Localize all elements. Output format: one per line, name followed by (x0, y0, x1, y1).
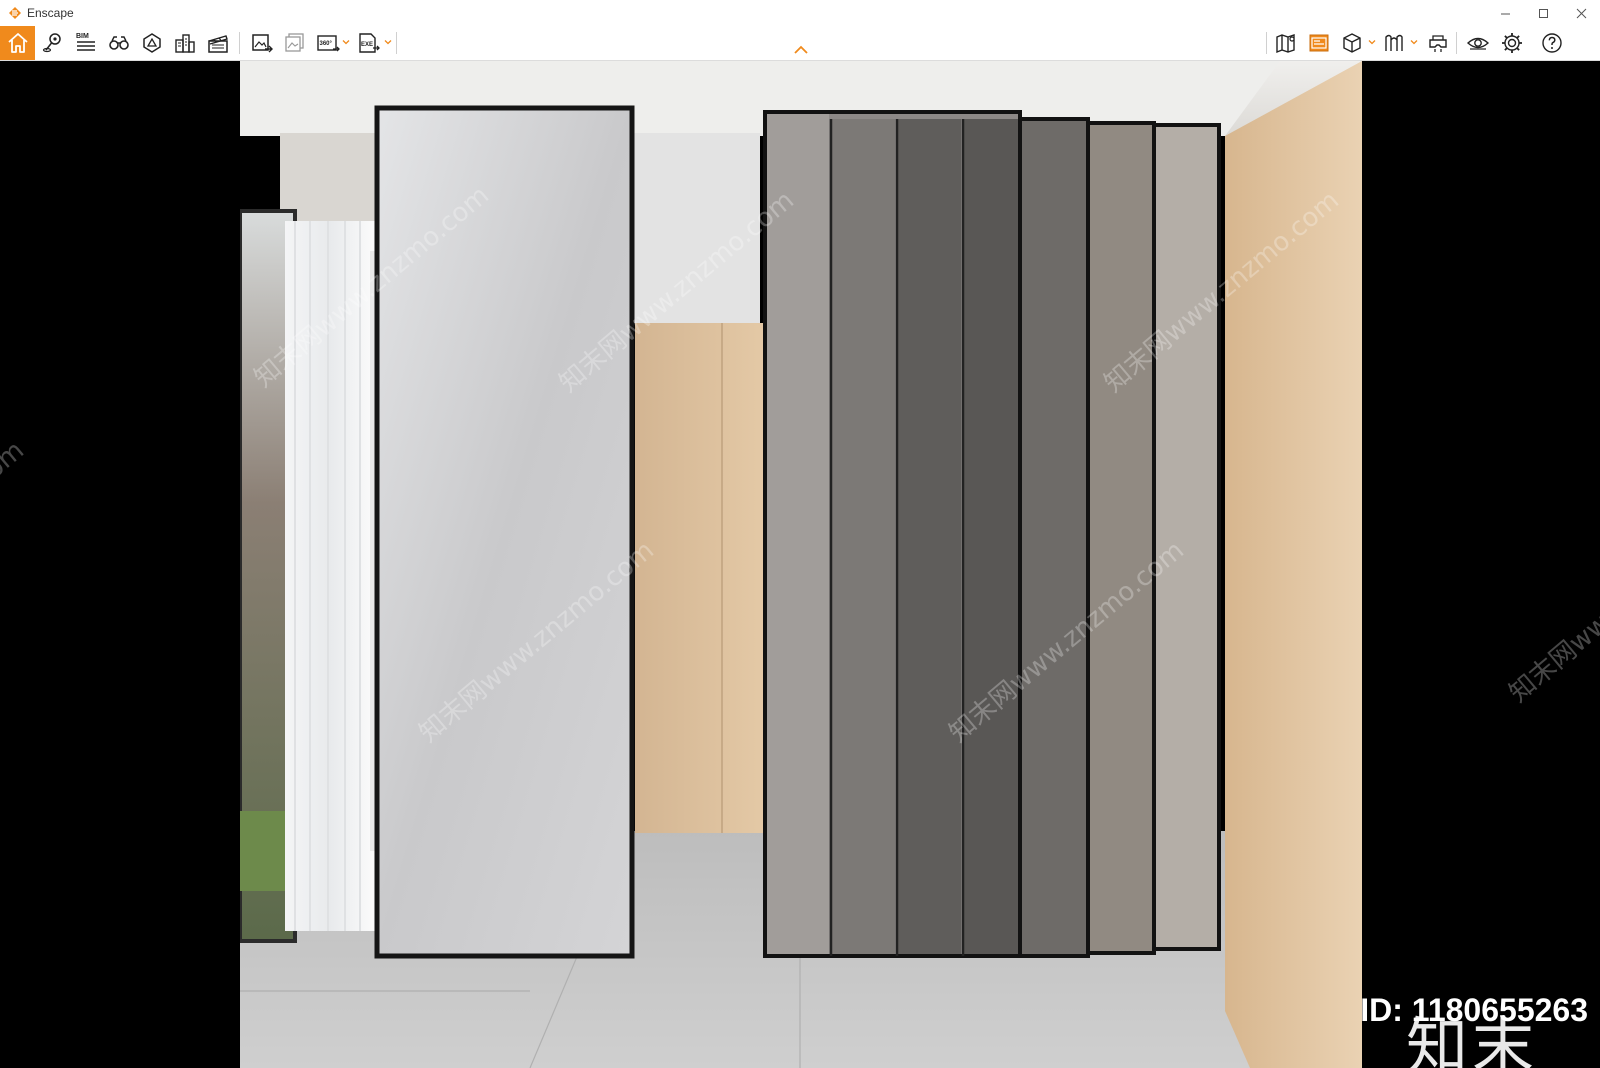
minimize-icon (1500, 13, 1510, 14)
vr-button[interactable] (1422, 26, 1454, 60)
video-editor-button[interactable] (202, 26, 234, 60)
close-button[interactable] (1562, 0, 1600, 26)
title-bar: Enscape (0, 0, 1600, 27)
help-icon (1542, 33, 1562, 53)
buildings-icon (175, 34, 195, 53)
panorama-button[interactable]: 360° (312, 26, 344, 60)
export-exe-icon: EXE (359, 33, 380, 53)
panorama-label: 360° (320, 41, 333, 47)
maximize-icon (1538, 8, 1548, 18)
settings-button[interactable] (1496, 26, 1528, 60)
location-pin-icon (42, 33, 61, 53)
minimize-button[interactable] (1486, 0, 1524, 26)
render-image-button[interactable] (246, 26, 278, 60)
atmosphere-panel-button[interactable] (1303, 26, 1335, 60)
binoculars-icon (109, 36, 129, 50)
batch-render-button[interactable] (279, 26, 311, 60)
asset-library-icon (143, 33, 161, 53)
bim-button[interactable]: BIM (70, 26, 102, 60)
views-button[interactable] (103, 26, 135, 60)
window-title: Enscape (27, 6, 74, 20)
bim-label: BIM (76, 33, 89, 40)
batch-render-icon (285, 33, 304, 52)
help-button[interactable] (1536, 26, 1568, 60)
panorama-360-icon: 360° (317, 35, 340, 52)
mode-icon (1385, 34, 1403, 51)
export-label: EXE (361, 42, 373, 48)
export-button[interactable]: EXE (352, 26, 384, 60)
visual-settings-button[interactable] (1462, 26, 1494, 60)
watermark-text: 知末网www.znzmo.com (1503, 495, 1600, 709)
home-button[interactable] (0, 26, 35, 60)
cube-dropdown-icon[interactable] (1368, 38, 1376, 46)
atmosphere-panel-icon (1309, 34, 1329, 52)
gear-icon (1502, 33, 1522, 53)
map-button[interactable] (1270, 26, 1302, 60)
mode-button[interactable] (1378, 26, 1410, 60)
scene-image (240, 61, 1362, 1068)
render-viewport[interactable]: 知末网www.znzmo.com 知末网www.znzmo.com 知末网www… (0, 61, 1600, 1068)
clapperboard-icon (208, 35, 228, 53)
watermark-text: 知末网www.znzmo.com (0, 435, 30, 649)
enscape-logo-icon (9, 7, 21, 19)
bim-icon: BIM (76, 33, 95, 51)
render-image-icon (252, 34, 273, 53)
home-icon (7, 33, 28, 53)
set-location-button[interactable] (37, 26, 69, 60)
export-dropdown-icon[interactable] (384, 38, 392, 46)
maximize-button[interactable] (1524, 0, 1562, 26)
rendered-scene: 知末网www.znzmo.com 知末网www.znzmo.com 知末网www… (240, 61, 1362, 1068)
eye-icon (1466, 37, 1490, 50)
panorama-dropdown-icon[interactable] (342, 38, 350, 46)
collapse-toolbar-chevron-icon[interactable] (792, 44, 810, 56)
asset-library-button[interactable] (136, 26, 168, 60)
vr-headset-icon (1429, 35, 1447, 52)
watermark-id: ID: 1180655263 (1360, 992, 1588, 1028)
map-icon (1276, 34, 1295, 54)
close-icon (1576, 8, 1586, 18)
site-context-button[interactable] (169, 26, 201, 60)
cube-button[interactable] (1336, 26, 1368, 60)
cube-icon (1343, 33, 1361, 53)
mode-dropdown-icon[interactable] (1410, 38, 1418, 46)
